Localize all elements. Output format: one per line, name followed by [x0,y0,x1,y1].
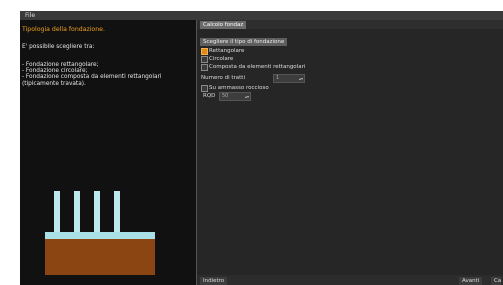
pile [94,191,100,233]
foundation-base [45,239,155,275]
num-tratti-stepper[interactable]: 1 ▴▾ [273,74,305,83]
stepper-arrows-icon[interactable]: ▴▾ [299,75,303,82]
rock-checkbox-label: Su ammasso roccioso [209,85,269,91]
stepper-arrows-icon[interactable]: ▴▾ [245,93,249,100]
file-menu[interactable]: File [25,12,35,19]
radio-label-rettangolare: Rettangolare [209,48,245,54]
foundation-cap [45,232,155,239]
info-panel: Tipologia della fondazione. E' possibile… [20,20,196,285]
radio-circolare[interactable] [201,56,208,63]
rqd-value: 50 [222,93,229,99]
foundation-illustration [45,191,155,275]
pile [114,191,120,233]
next-button[interactable]: Avanti [459,277,483,285]
rqd-label: RQD [203,93,216,99]
calculate-button[interactable]: Ca [491,277,502,285]
radio-label-circolare: Circolare [209,56,234,62]
menu-bar: File [20,11,503,20]
rock-checkbox[interactable] [201,85,208,92]
navigation-bar: Indietro Avanti Ca [197,275,503,285]
tab-calcolo-fondaz[interactable]: Calcolo fondaz [200,21,247,29]
form-panel: Calcolo fondaz Scegliere il tipo di fond… [197,20,503,285]
num-tratti-label: Numero di tratti [201,75,245,81]
pile [74,191,80,233]
rqd-stepper[interactable]: 50 ▴▾ [219,92,251,101]
num-tratti-value: 1 [276,75,280,81]
radio-rettangolare[interactable] [201,48,208,55]
radio-label-composta: Composta da elementi rettangolari [209,64,306,70]
foundation-type-group-title: Scegliere il tipo di fondazione [200,38,288,46]
radio-composta[interactable] [201,64,208,71]
back-button[interactable]: Indietro [200,277,228,285]
application-window: File Tipologia della fondazione. E' poss… [20,11,503,285]
tab-bar: Calcolo fondaz [197,20,503,29]
pile [54,191,60,233]
